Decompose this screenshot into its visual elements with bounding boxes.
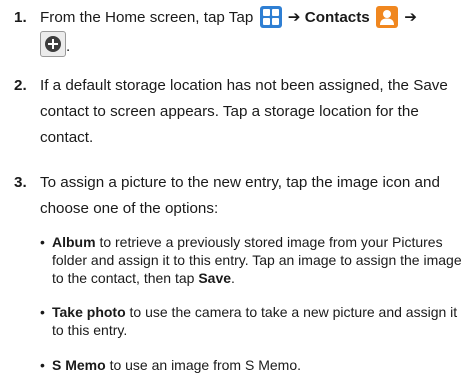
option-label: Album <box>52 234 96 250</box>
option-label: Take photo <box>52 304 126 320</box>
step-number: 1. <box>14 9 27 26</box>
option-end: . <box>231 270 235 286</box>
bullet: • <box>40 357 45 373</box>
step-text: From the Home screen, tap Tap ➔ Contacts… <box>40 5 464 60</box>
bullet: • <box>40 234 45 250</box>
option-text: to retrieve a previously stored image fr… <box>52 234 462 286</box>
apps-grid-icon <box>259 6 282 28</box>
add-circle-icon <box>40 31 66 57</box>
step-1-end: . <box>66 38 71 55</box>
option-text: to use an image from S Memo. <box>105 357 301 373</box>
step-2-text: If a default storage location has not be… <box>40 77 448 146</box>
step-number: 2. <box>14 77 27 94</box>
step-3-text: To assign a picture to the new entry, ta… <box>40 174 440 217</box>
option-label: S Memo <box>52 357 106 373</box>
save-label: Save <box>198 270 232 286</box>
arrow: ➔ <box>287 9 301 26</box>
bullet: • <box>40 304 45 320</box>
step-number: 3. <box>14 174 27 191</box>
contacts-person-icon <box>375 6 398 28</box>
step-1-text: From the Home screen, tap Tap <box>40 9 254 26</box>
contacts-label: Contacts <box>304 9 370 26</box>
arrow: ➔ <box>404 9 417 26</box>
